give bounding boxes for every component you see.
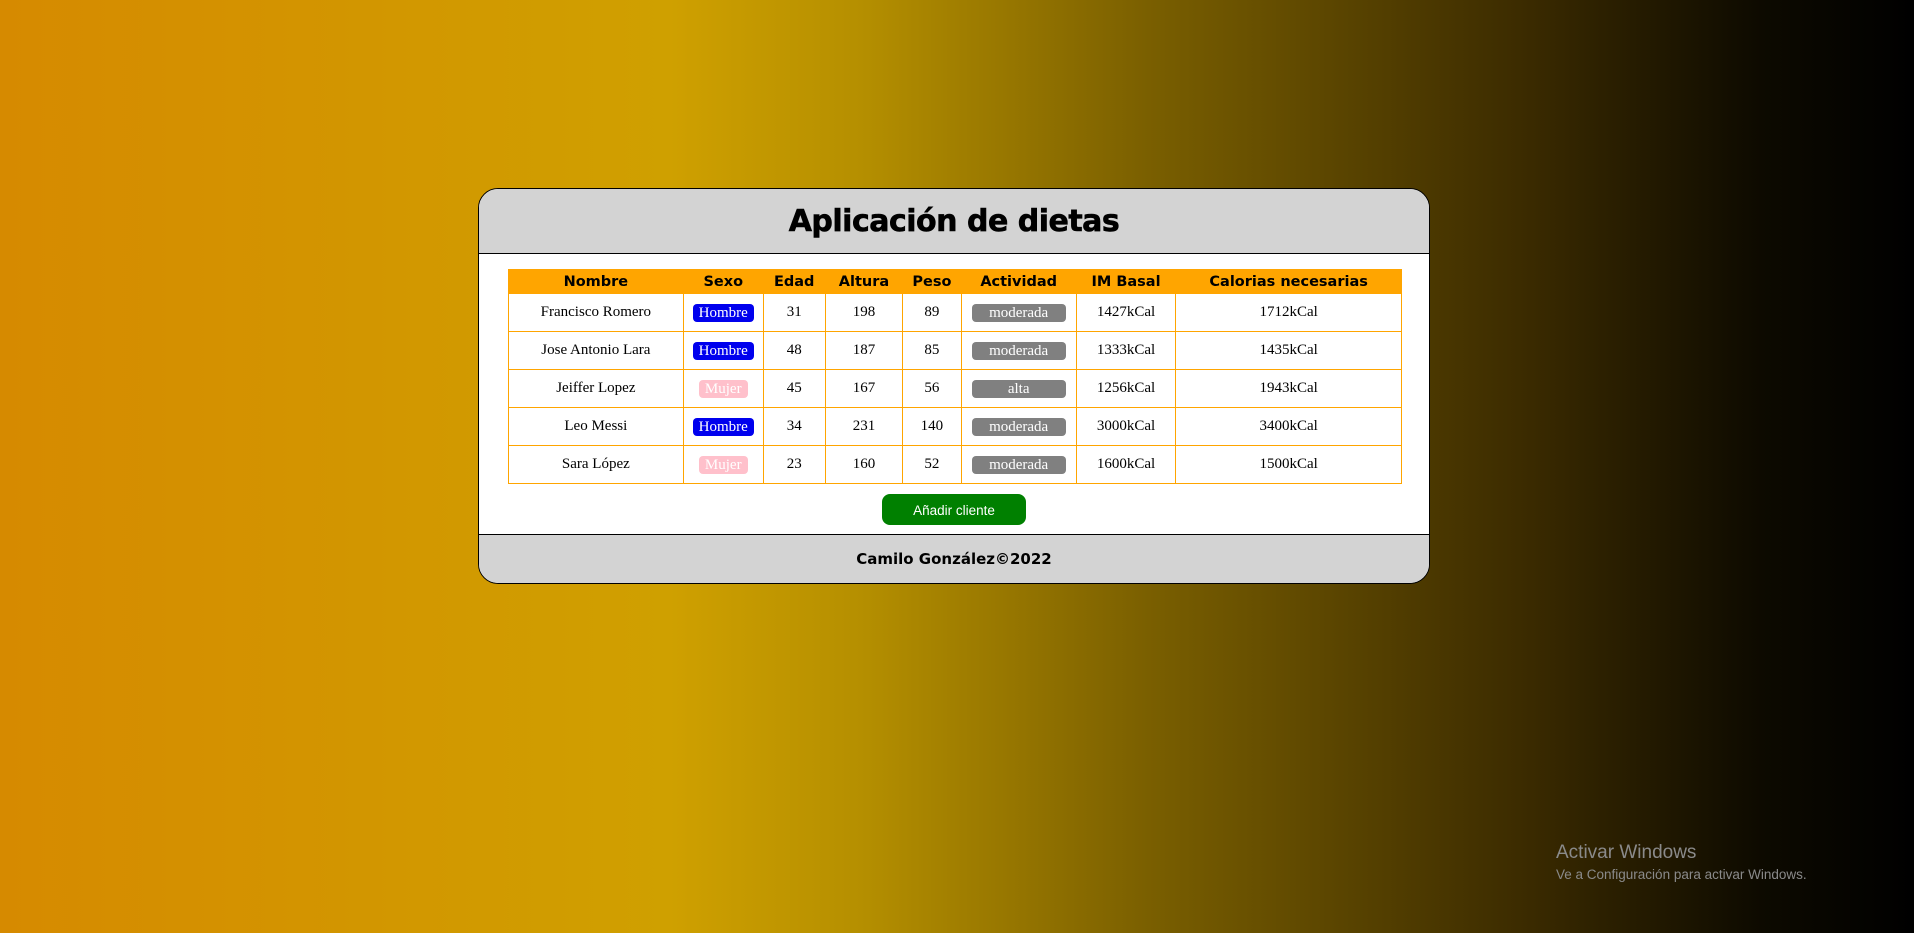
actividad-badge: moderada xyxy=(971,417,1066,436)
table-row: Jeiffer Lopez Mujer 45 167 56 alta 1256k… xyxy=(508,369,1402,408)
cell-actividad: moderada xyxy=(960,445,1077,484)
cell-im-basal: 1333kCal xyxy=(1075,331,1177,370)
app-header: Aplicación de dietas xyxy=(479,189,1429,254)
actividad-badge: alta xyxy=(971,379,1066,398)
cell-nombre: Sara López xyxy=(508,445,684,484)
cell-calorias: 1712kCal xyxy=(1175,293,1402,332)
actividad-badge: moderada xyxy=(971,341,1066,360)
cell-im-basal: 1600kCal xyxy=(1075,445,1177,484)
cell-edad: 31 xyxy=(762,293,826,332)
header-altura: Altura xyxy=(824,269,904,294)
cell-peso: 56 xyxy=(902,369,962,408)
cell-actividad: moderada xyxy=(960,293,1077,332)
cell-actividad: alta xyxy=(960,369,1077,408)
cell-altura: 167 xyxy=(824,369,904,408)
sexo-badge: Hombre xyxy=(692,341,754,360)
cell-peso: 52 xyxy=(902,445,962,484)
app-body: Nombre Sexo Edad Altura Peso Actividad I… xyxy=(479,254,1429,526)
sexo-badge: Mujer xyxy=(698,455,748,474)
table-row: Sara López Mujer 23 160 52 moderada 1600… xyxy=(508,445,1402,484)
cell-sexo: Mujer xyxy=(682,445,764,484)
app-footer: Camilo González©2022 xyxy=(479,534,1429,583)
cell-peso: 140 xyxy=(902,407,962,446)
header-im-basal: IM Basal xyxy=(1075,269,1177,294)
sexo-badge: Hombre xyxy=(692,303,754,322)
cell-altura: 231 xyxy=(824,407,904,446)
cell-actividad: moderada xyxy=(960,407,1077,446)
cell-edad: 23 xyxy=(762,445,826,484)
cell-edad: 48 xyxy=(762,331,826,370)
cell-calorias: 1435kCal xyxy=(1175,331,1402,370)
cell-calorias: 3400kCal xyxy=(1175,407,1402,446)
page-title: Aplicación de dietas xyxy=(788,203,1120,239)
clients-table: Nombre Sexo Edad Altura Peso Actividad I… xyxy=(508,269,1402,484)
watermark-subtitle: Ve a Configuración para activar Windows. xyxy=(1556,867,1807,882)
cell-sexo: Mujer xyxy=(682,369,764,408)
cell-im-basal: 3000kCal xyxy=(1075,407,1177,446)
table-row: Francisco Romero Hombre 31 198 89 modera… xyxy=(508,293,1402,332)
cell-altura: 187 xyxy=(824,331,904,370)
cell-sexo: Hombre xyxy=(682,293,764,332)
cell-peso: 85 xyxy=(902,331,962,370)
cell-altura: 198 xyxy=(824,293,904,332)
header-calorias: Calorias necesarias xyxy=(1175,269,1402,294)
cell-altura: 160 xyxy=(824,445,904,484)
cell-actividad: moderada xyxy=(960,331,1077,370)
watermark-title: Activar Windows xyxy=(1556,842,1697,863)
cell-edad: 34 xyxy=(762,407,826,446)
cell-nombre: Jeiffer Lopez xyxy=(508,369,684,408)
cell-nombre: Francisco Romero xyxy=(508,293,684,332)
table-row: Jose Antonio Lara Hombre 48 187 85 moder… xyxy=(508,331,1402,370)
cell-calorias: 1943kCal xyxy=(1175,369,1402,408)
cell-calorias: 1500kCal xyxy=(1175,445,1402,484)
actividad-badge: moderada xyxy=(971,455,1066,474)
header-peso: Peso xyxy=(902,269,962,294)
windows-activation-watermark: Activar Windows Ve a Configuración para … xyxy=(1556,842,1807,886)
sexo-badge: Mujer xyxy=(698,379,748,398)
cell-nombre: Jose Antonio Lara xyxy=(508,331,684,370)
cell-sexo: Hombre xyxy=(682,407,764,446)
cell-nombre: Leo Messi xyxy=(508,407,684,446)
cell-sexo: Hombre xyxy=(682,331,764,370)
table-row: Leo Messi Hombre 34 231 140 moderada 300… xyxy=(508,407,1402,446)
header-actividad: Actividad xyxy=(960,269,1077,294)
cell-im-basal: 1256kCal xyxy=(1075,369,1177,408)
header-sexo: Sexo xyxy=(682,269,764,294)
add-client-button[interactable]: Añadir cliente xyxy=(882,494,1026,525)
cell-peso: 89 xyxy=(902,293,962,332)
app-card: Aplicación de dietas Nombre Sexo Edad Al… xyxy=(478,188,1430,584)
sexo-badge: Hombre xyxy=(692,417,754,436)
header-nombre: Nombre xyxy=(508,269,684,294)
cell-edad: 45 xyxy=(762,369,826,408)
table-header-row: Nombre Sexo Edad Altura Peso Actividad I… xyxy=(508,269,1402,294)
header-edad: Edad xyxy=(762,269,826,294)
cell-im-basal: 1427kCal xyxy=(1075,293,1177,332)
actividad-badge: moderada xyxy=(971,303,1066,322)
footer-credit: Camilo González©2022 xyxy=(856,550,1052,568)
actions-bar: Añadir cliente xyxy=(508,494,1400,525)
